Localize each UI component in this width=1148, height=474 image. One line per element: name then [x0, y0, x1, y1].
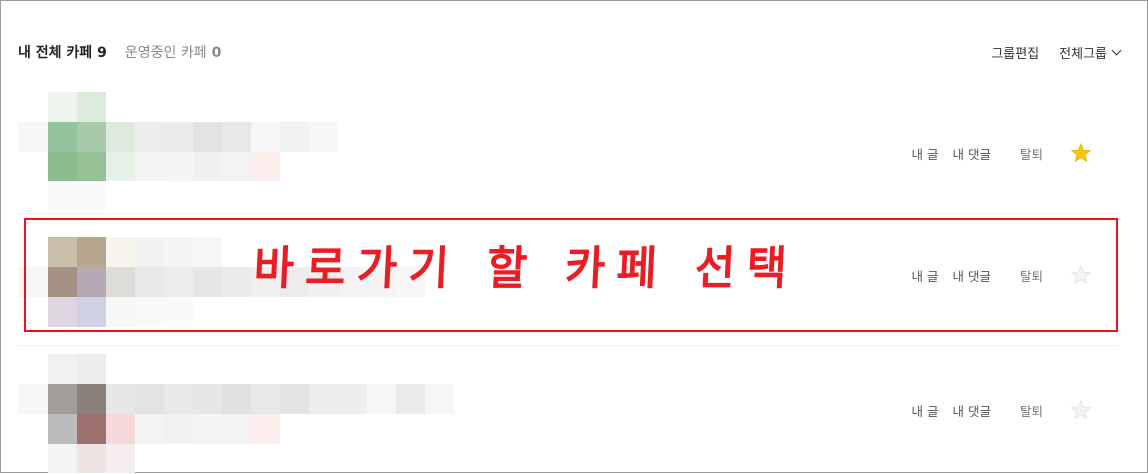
- all-cafes-title-label: 내 전체 카페: [18, 45, 93, 61]
- row-divider: [18, 345, 1119, 346]
- my-comments-link[interactable]: 내 댓글: [953, 401, 991, 420]
- cafe-list-item[interactable]: 내 글 내 댓글 탈퇴: [18, 352, 1119, 474]
- all-cafes-title: 내 전체 카페 9: [18, 42, 107, 62]
- edit-group-button[interactable]: 그룹편집: [991, 43, 1039, 62]
- cafe-list-item[interactable]: 내 글 내 댓글 탈퇴: [18, 92, 1119, 214]
- group-filter-dropdown[interactable]: 전체그룹: [1059, 43, 1122, 62]
- favorite-star-icon[interactable]: [1069, 398, 1093, 422]
- cafe-list-header: 내 전체 카페 9 운영중인 카페 0 그룹편집 전체그룹: [18, 40, 1122, 64]
- annotation-callout-text: 바로가기 할 카페 선택: [252, 241, 800, 295]
- managed-cafes-count: 0: [211, 45, 222, 61]
- group-filter-label: 전체그룹: [1059, 46, 1107, 62]
- pixelated-thumbnail-image: [18, 92, 338, 210]
- my-posts-link[interactable]: 내 글: [912, 144, 939, 163]
- cafe-thumbnail: [18, 92, 338, 210]
- managed-cafes-label: 운영중인 카페: [124, 45, 207, 61]
- managed-cafes-tab[interactable]: 운영중인 카페 0: [125, 42, 221, 62]
- leave-cafe-link[interactable]: 탈퇴: [1020, 144, 1043, 163]
- chevron-down-icon: [1111, 45, 1122, 55]
- cafe-thumbnail: [18, 352, 458, 473]
- my-comments-link[interactable]: 내 댓글: [953, 144, 991, 163]
- favorite-star-icon[interactable]: [1069, 141, 1093, 165]
- all-cafes-count: 9: [97, 45, 107, 61]
- my-posts-link[interactable]: 내 글: [912, 401, 939, 420]
- pixelated-thumbnail-image: [18, 354, 454, 473]
- leave-cafe-link[interactable]: 탈퇴: [1020, 401, 1043, 420]
